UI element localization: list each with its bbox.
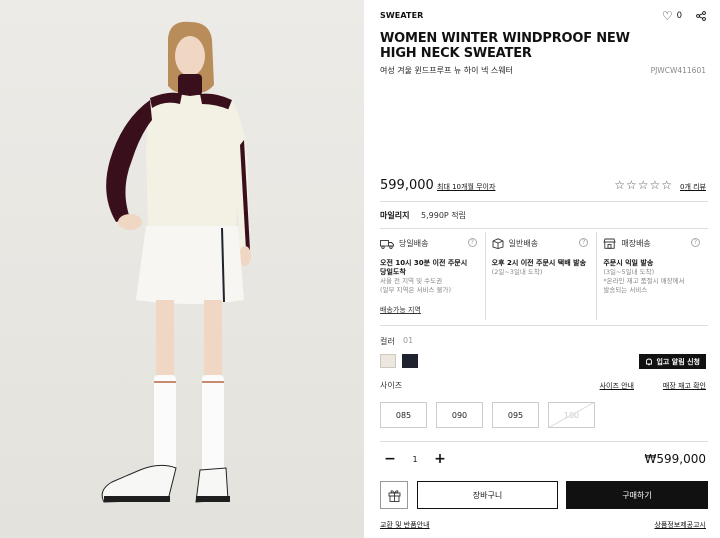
product-image[interactable] (0, 0, 364, 538)
divider (380, 228, 708, 229)
divider (380, 325, 708, 326)
delivery-option-store: 매장배송 ? 주문시 익일 발송 (3일~5일내 도착) *온라인 재고 품절시… (596, 232, 708, 320)
product-code: PJWCW411601 (650, 66, 706, 75)
store-icon (603, 238, 616, 249)
share-icon[interactable] (696, 11, 706, 21)
restock-alert-button[interactable]: 입고 알림 신청 (639, 354, 706, 369)
heart-icon[interactable]: ♡ (662, 10, 673, 22)
restock-label: 입고 알림 신청 (656, 357, 700, 366)
selected-color-code: 01 (403, 336, 414, 345)
quantity-value[interactable]: 1 (400, 455, 430, 464)
size-guide-link[interactable]: 사이즈 안내 (600, 381, 634, 391)
quantity-stepper: − 1 + (380, 451, 450, 467)
size-option[interactable]: 090 (436, 402, 483, 428)
delivery-title: 매장배송 (621, 239, 651, 248)
add-to-cart-button[interactable]: 장바구니 (417, 481, 558, 509)
mileage-value: 5,990P 적립 (421, 211, 466, 220)
delivery-note: 발송되는 서비스 (603, 286, 648, 294)
product-notice-link[interactable]: 상품정보제공고시 (654, 520, 706, 530)
delivery-detail: 오후 2시 이전 주문시 택배 발송 (491, 259, 587, 267)
delivery-detail: 주문시 익일 발송 (603, 259, 654, 267)
delivery-title: 일반배송 (508, 239, 539, 248)
review-count-link[interactable]: 0개 리뷰 (680, 182, 706, 192)
model-photo (0, 0, 364, 538)
gift-button[interactable] (380, 481, 408, 509)
truck-icon (380, 239, 394, 249)
product-category[interactable]: SWEATER (380, 11, 423, 20)
delivery-note: (일부 지역은 서비스 불가) (380, 286, 452, 294)
gift-icon (388, 489, 400, 502)
wish-count: 0 (676, 11, 682, 21)
divider (380, 201, 708, 202)
product-title: WOMEN WINTER WINDPROOF NEW HIGH NECK SWE… (380, 31, 630, 61)
help-icon[interactable]: ? (467, 238, 477, 247)
installment-link[interactable]: 최대 10개월 무이자 (437, 182, 495, 192)
delivery-option-standard: 일반배송 ? 오후 2시 이전 주문시 택배 발송 (2일~3일내 도착) (484, 232, 597, 320)
delivery-title: 당일배송 (399, 239, 429, 248)
size-label: 사이즈 (380, 381, 403, 390)
product-price: 599,000 (380, 178, 434, 193)
wishlist[interactable]: ♡ 0 (662, 10, 706, 22)
product-info-panel: SWEATER ♡ 0 WOMEN WINTER WINDPROOF NEW H… (364, 0, 720, 538)
store-stock-link[interactable]: 매장 재고 확인 (663, 381, 706, 391)
divider (380, 441, 708, 442)
rating-stars: ☆☆☆☆☆ (614, 178, 673, 192)
color-swatch-navy[interactable] (402, 354, 418, 368)
sold-out-strike (549, 403, 594, 427)
exchange-return-link[interactable]: 교환 및 반품안내 (380, 520, 430, 530)
size-option[interactable]: 095 (492, 402, 539, 428)
delivery-detail: 당일도착 (380, 268, 406, 276)
quantity-increase-button[interactable]: + (430, 451, 450, 467)
delivery-options: 당일배송 ? 오전 10시 30분 이전 주문시 당일도착 서울 전 지역 및 … (380, 232, 708, 320)
quantity-decrease-button[interactable]: − (380, 451, 400, 467)
help-icon[interactable]: ? (579, 238, 589, 247)
box-icon (492, 238, 504, 249)
delivery-note: 서울 전 지역 및 수도권 (380, 277, 443, 285)
total-price: ₩599,000 (644, 452, 707, 466)
color-swatch-ivory[interactable] (380, 354, 396, 368)
delivery-note: (2일~3일내 도착) (491, 268, 543, 276)
delivery-region-link[interactable]: 배송가능 지역 (380, 305, 421, 315)
buy-now-button[interactable]: 구매하기 (566, 481, 708, 509)
delivery-note: (3일~5일내 도착) (603, 268, 655, 276)
color-label: 컬러 (380, 337, 395, 346)
product-subtitle: 여성 겨울 윈드프루프 뉴 하이 넥 스웨터 (380, 66, 514, 75)
help-icon[interactable]: ? (691, 238, 701, 247)
size-option-sold-out[interactable]: 100 (548, 402, 595, 428)
mileage-label: 마일리지 (380, 211, 410, 220)
size-option[interactable]: 085 (380, 402, 427, 428)
delivery-detail: 오전 10시 30분 이전 주문시 (380, 259, 468, 267)
delivery-note: *온라인 재고 품절시 매장에서 (603, 277, 685, 285)
bell-icon (646, 358, 653, 365)
